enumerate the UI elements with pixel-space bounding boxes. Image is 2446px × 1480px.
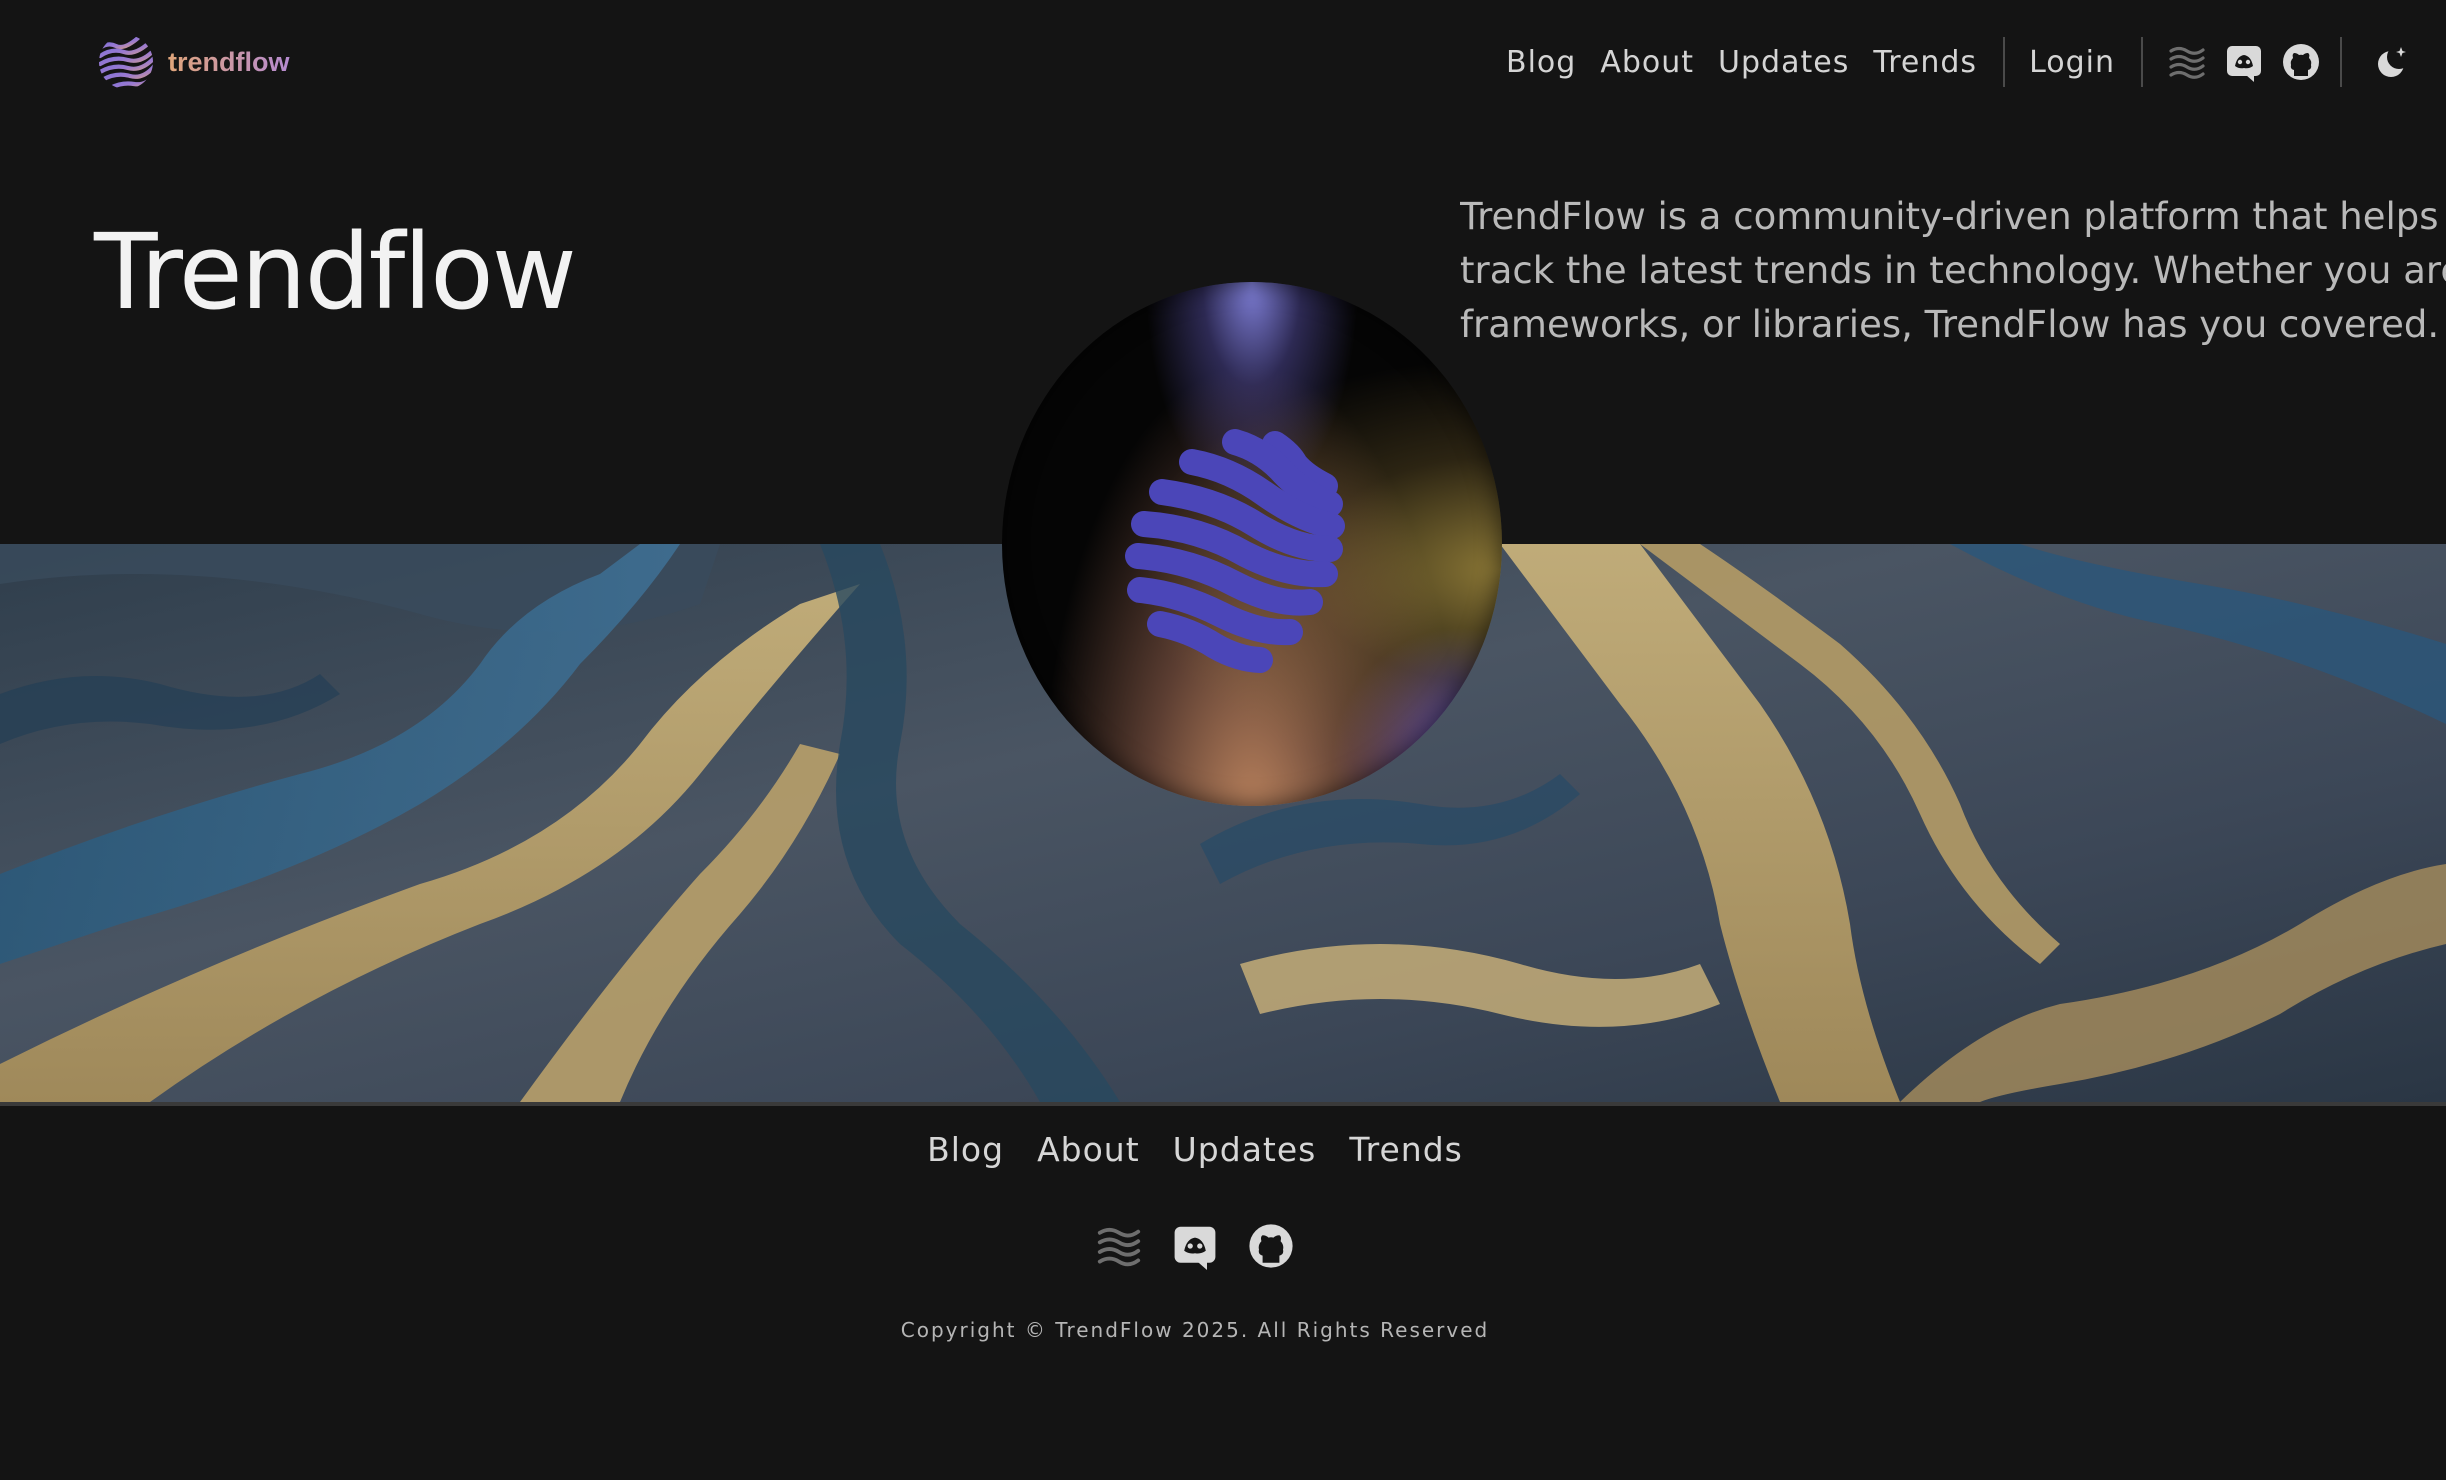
footer-link-about[interactable]: About <box>1037 1130 1140 1169</box>
top-header: trendflow Blog About Updates Trends Logi… <box>0 0 2446 124</box>
brand-name: trendflow <box>168 46 290 77</box>
hero-title: Trendflow <box>94 211 577 333</box>
discord-icon[interactable] <box>2224 42 2264 82</box>
top-navigation: Blog About Updates Trends Login <box>1506 30 2412 94</box>
github-icon[interactable] <box>2281 42 2321 82</box>
brand-home-link[interactable]: trendflow <box>98 34 290 90</box>
footer-link-blog[interactable]: Blog <box>927 1130 1004 1169</box>
hero-description-line: frameworks, or libraries, TrendFlow has … <box>1460 303 2440 346</box>
hero-description: TrendFlow is a community-driven platform… <box>1460 190 2446 360</box>
nav-divider <box>2141 37 2143 87</box>
nav-divider <box>2340 37 2342 87</box>
nav-link-trends[interactable]: Trends <box>1873 45 1977 80</box>
moon-icon[interactable] <box>2372 42 2412 82</box>
nav-link-updates[interactable]: Updates <box>1718 45 1849 80</box>
trendflow-orb-logo-icon <box>1120 424 1385 674</box>
discord-icon[interactable] <box>1171 1220 1219 1272</box>
copyright-text: Copyright © TrendFlow 2025. All Rights R… <box>0 1318 2446 1342</box>
nav-divider <box>2003 37 2006 87</box>
image-bottom-border <box>0 1102 2446 1106</box>
nav-link-blog[interactable]: Blog <box>1506 45 1576 80</box>
hero-description-line: track the latest trends in technology. W… <box>1460 249 2446 292</box>
footer-social-icons <box>0 1220 2446 1272</box>
hero-description-line: TrendFlow is a community-driven platform… <box>1460 195 2446 238</box>
page: trendflow Blog About Updates Trends Logi… <box>0 0 2446 1480</box>
copyright-label: Copyright © TrendFlow 2025. All Rights R… <box>900 1318 1490 1342</box>
waves-icon[interactable] <box>1095 1220 1143 1272</box>
footer-navigation: Blog About Updates Trends <box>0 1130 2446 1169</box>
login-link[interactable]: Login <box>2029 45 2115 80</box>
nav-link-about[interactable]: About <box>1600 45 1694 80</box>
footer-link-trends[interactable]: Trends <box>1349 1130 1463 1169</box>
trendflow-logo-icon <box>99 35 153 89</box>
github-icon[interactable] <box>1247 1220 1295 1272</box>
footer-link-updates[interactable]: Updates <box>1173 1130 1317 1169</box>
waves-icon[interactable] <box>2167 42 2207 82</box>
